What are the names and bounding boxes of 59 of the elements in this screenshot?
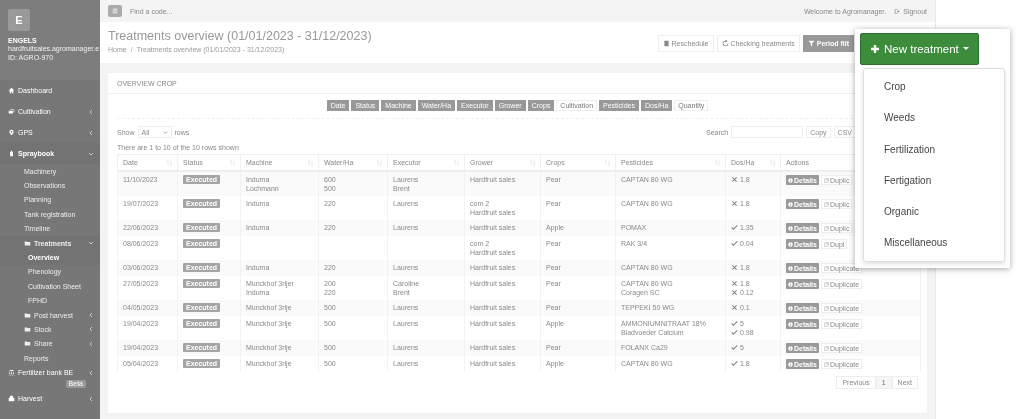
bank-icon	[8, 369, 15, 377]
info-icon	[788, 305, 793, 311]
cross-icon	[731, 200, 738, 207]
info-icon	[788, 345, 793, 351]
cross-icon	[731, 280, 738, 287]
info-icon	[788, 321, 793, 327]
cards-icon	[8, 108, 15, 115]
info-icon	[788, 281, 793, 287]
menu-item[interactable]: Weeds	[864, 102, 1004, 134]
cross-icon	[731, 304, 738, 311]
chevron-down-icon	[88, 150, 94, 157]
home-icon	[8, 87, 15, 94]
info-icon	[788, 225, 793, 231]
refresh-icon	[721, 40, 729, 47]
filter-icon	[807, 40, 815, 47]
check-icon	[731, 360, 738, 367]
cross-icon	[731, 264, 738, 271]
folder-icon	[24, 239, 31, 247]
copy-icon	[823, 265, 829, 271]
copy-icon	[823, 177, 829, 183]
chevron-down-icon	[88, 240, 94, 247]
copy-icon	[823, 281, 829, 287]
info-icon	[788, 265, 793, 271]
copy-icon	[823, 225, 829, 231]
copy-icon	[823, 321, 829, 327]
copy-icon	[823, 201, 829, 207]
menu-item[interactable]: Organic	[864, 196, 1004, 228]
copy-icon	[823, 305, 829, 311]
plus-icon	[870, 44, 880, 54]
menu-item[interactable]: Miscellaneous	[864, 227, 1004, 259]
menu-icon	[112, 8, 118, 14]
info-icon	[788, 241, 793, 247]
chevron-left-icon	[88, 395, 94, 402]
menu-button[interactable]	[108, 5, 122, 17]
info-icon	[788, 201, 793, 207]
check-icon	[731, 344, 738, 351]
chevron-left-icon	[88, 108, 94, 115]
chevron-left-icon	[88, 369, 94, 376]
exit-icon	[894, 7, 902, 15]
check-icon	[731, 240, 738, 247]
caret-icon	[962, 47, 969, 51]
info-icon	[788, 177, 793, 183]
info-icon	[788, 361, 793, 367]
avatar-logo: E	[8, 9, 30, 31]
pin-icon	[8, 129, 15, 136]
cross-icon	[731, 176, 738, 183]
copy-icon	[823, 361, 829, 367]
basket-icon	[8, 395, 15, 403]
chevron-down-icon	[162, 129, 168, 135]
check-icon	[731, 224, 738, 231]
document-icon	[662, 40, 670, 47]
new-treatment-button[interactable]: New treatment	[860, 33, 979, 65]
bottle-icon	[8, 150, 15, 157]
copy-icon	[823, 241, 829, 247]
menu-item[interactable]: Crop	[864, 71, 1004, 103]
page-title: Treatments overview (01/01/2023 - 31/12/2023)	[108, 29, 372, 43]
chevron-left-icon	[88, 129, 94, 136]
copy-icon	[823, 345, 829, 351]
cross-icon	[731, 289, 738, 296]
